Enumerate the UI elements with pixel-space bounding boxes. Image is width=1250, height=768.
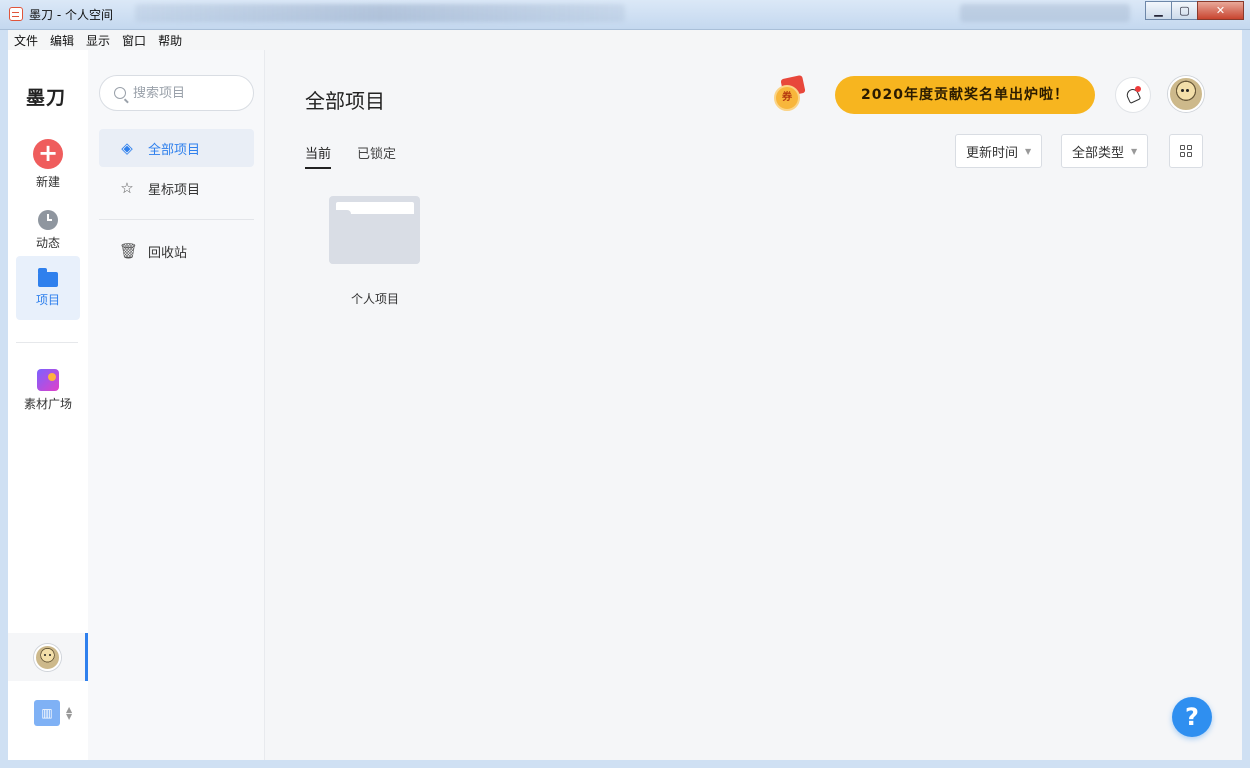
plus-icon: + [33,138,63,169]
menu-bar: 文件 编辑 显示 窗口 帮助 [8,30,1242,50]
sidebar-item-all-projects[interactable]: ◈ 全部项目 [99,129,254,167]
maximize-button[interactable]: ▢ [1171,1,1198,20]
coupon-coin: 券 [774,85,800,111]
sort-dropdown[interactable]: 更新时间 ▼ [955,134,1043,168]
sidebar-item-starred[interactable]: ☆ 星标项目 [99,169,254,207]
caret-down-icon: ▼ [1131,146,1138,156]
search-input[interactable] [133,85,243,101]
folder-icon [38,267,58,287]
minimize-button[interactable]: ▁ [1145,1,1172,20]
window-frame-bottom [0,760,1250,768]
close-button[interactable]: ✕ [1197,1,1244,20]
notification-dot [1135,86,1141,92]
sidebar-item-label: 星标项目 [148,182,201,198]
coupon-icon[interactable]: 券 [772,74,806,111]
trash-icon: 🗑 [119,242,139,260]
nav-assets-label: 素材广场 [23,396,72,411]
app-logo: 墨刀 [26,87,67,109]
app-icon [9,7,23,21]
search-icon [114,87,126,99]
folder-icon [329,196,420,264]
sort-dropdown-label: 更新时间 [966,145,1019,161]
nav-divider [16,342,78,343]
app-area: 墨刀 + 新建 动态 项目 素材广场 ▥ ▲▼ ◈ 全 [8,50,1242,760]
help-button[interactable]: ? [1172,697,1212,737]
project-sidebar: ◈ 全部项目 ☆ 星标项目 🗑 回收站 [88,50,265,760]
blurred-area [135,4,625,22]
window-controls: ▁ ▢ ✕ [1145,1,1244,20]
folder-name: 个人项目 [350,292,399,306]
primary-nav: 墨刀 + 新建 动态 项目 素材广场 ▥ ▲ ▼ [8,50,88,760]
menu-edit[interactable]: 编辑 [44,32,80,49]
team-icon[interactable]: ▥ [34,700,60,726]
page-title: 全部项目 [305,89,385,113]
project-folder[interactable]: 个人项目 [327,193,423,318]
assets-icon [37,368,59,391]
notification-button[interactable] [1115,77,1151,113]
blurred-area-2 [960,4,1130,22]
clock-icon [38,209,58,230]
grid-view-button[interactable] [1169,134,1203,168]
nav-projects[interactable]: 项目 [16,256,80,320]
nav-projects-label: 项目 [35,292,60,307]
nav-activity-label: 动态 [35,235,60,250]
tab-current[interactable]: 当前 [305,143,332,169]
nav-new[interactable]: + 新建 [16,132,80,196]
grid-icon [1180,145,1192,157]
menu-window[interactable]: 窗口 [116,32,152,49]
star-icon: ☆ [120,179,134,197]
window-title: 墨刀 - 个人空间 [29,8,113,22]
window-titlebar: 墨刀 - 个人空间 ▁ ▢ ✕ [0,0,1250,30]
sidebar-item-trash[interactable]: 🗑 回收站 [99,232,254,270]
promo-banner[interactable]: 2020年度贡献奖名单出炉啦！ [835,76,1095,114]
avatar[interactable] [34,644,61,671]
layers-icon: ◈ [121,139,133,157]
sidebar-item-label: 回收站 [148,245,188,261]
type-dropdown-label: 全部类型 [1072,145,1125,161]
sidebar-divider [99,219,254,220]
user-avatar[interactable] [1168,76,1204,112]
menu-help[interactable]: 帮助 [152,32,188,49]
menu-view[interactable]: 显示 [80,32,116,49]
tab-locked[interactable]: 已锁定 [357,143,396,167]
search-box[interactable] [99,75,254,111]
nav-assets[interactable]: 素材广场 [16,358,80,422]
type-dropdown[interactable]: 全部类型 ▼ [1061,134,1149,168]
switch-team-icon[interactable]: ▲ ▼ [66,706,72,721]
menu-file[interactable]: 文件 [8,32,44,49]
sidebar-item-label: 全部项目 [148,142,201,158]
main-content: 全部项目 当前 已锁定 券 2020年度贡献奖名单出炉啦！ 更新时间 ▼ 全部类… [265,50,1242,760]
nav-activity[interactable]: 动态 [16,198,80,262]
caret-down-icon: ▼ [1025,146,1032,156]
nav-new-label: 新建 [35,174,60,189]
